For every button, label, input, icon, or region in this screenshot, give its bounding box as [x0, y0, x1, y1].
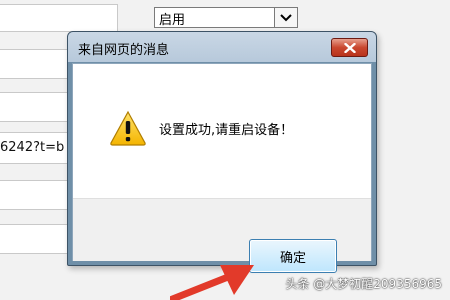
- status-select[interactable]: 启用: [154, 7, 298, 28]
- dialog-titlebar[interactable]: 来自网页的消息: [68, 32, 376, 62]
- status-select-value: 启用: [159, 13, 186, 28]
- alert-dialog: 来自网页的消息 设置成功,请重启设备！ 确定: [67, 31, 377, 273]
- ok-button[interactable]: 确定: [249, 239, 337, 273]
- dialog-message: 设置成功,请重启设备！: [159, 123, 294, 138]
- close-button[interactable]: [331, 38, 368, 57]
- stage: 启用 6242?t=b 来自网页的消息 设置成功,请重启设备！ 确定 头条 @大…: [0, 0, 450, 300]
- watermark: 头条 @大梦初醒209356965: [285, 277, 442, 291]
- chevron-down-icon[interactable]: [274, 8, 297, 27]
- warning-icon: [110, 110, 146, 146]
- url-field-text: 6242?t=b: [0, 140, 65, 155]
- dialog-body: 设置成功,请重启设备！ 确定: [72, 63, 372, 273]
- arrow-icon: [170, 265, 254, 300]
- form-field[interactable]: [0, 4, 118, 32]
- dialog-footer: 确定: [73, 198, 371, 273]
- dialog-title: 来自网页的消息: [78, 43, 170, 58]
- close-icon: [343, 42, 356, 53]
